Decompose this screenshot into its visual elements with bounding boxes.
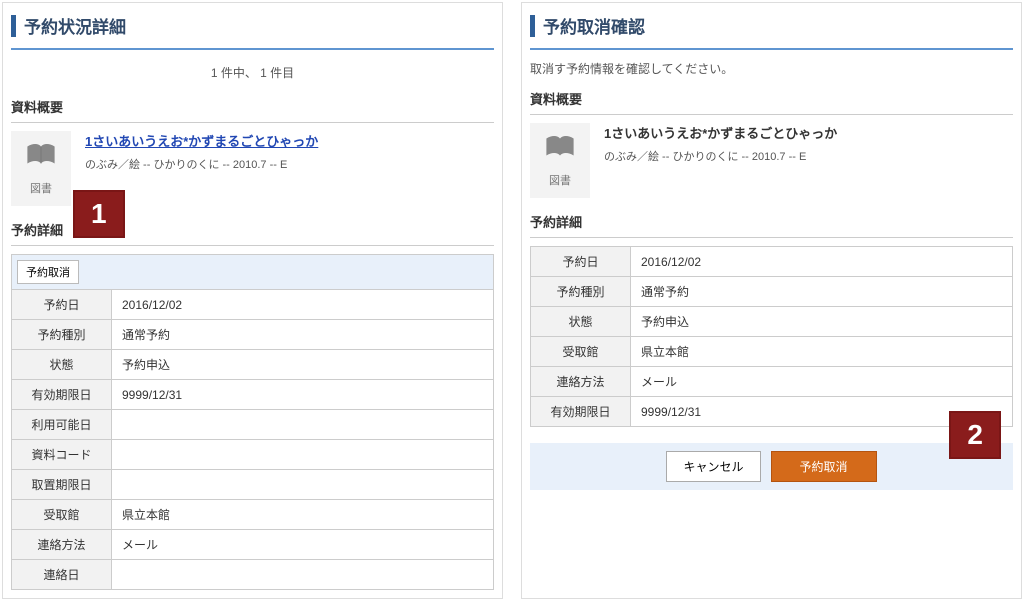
page-title: 予約状況詳細 — [24, 13, 126, 38]
row-label: 取置期限日 — [12, 470, 112, 500]
row-label: 予約日 — [12, 290, 112, 320]
table-row: 取置期限日 — [12, 470, 494, 500]
table-row: 予約種別通常予約 — [531, 277, 1013, 307]
row-value: 9999/12/31 — [112, 380, 494, 410]
material-summary: 図書 1さいあいうえお*かずまるごとひゃっか のぶみ／絵 -- ひかりのくに -… — [530, 123, 1013, 198]
book-icon — [543, 133, 577, 161]
row-label: 利用可能日 — [12, 410, 112, 440]
row-label: 受取館 — [12, 500, 112, 530]
detail-table: 予約日2016/12/02予約種別通常予約状態予約申込受取館県立本館連絡方法メー… — [530, 246, 1013, 427]
callout-marker-2: 2 — [949, 411, 1001, 459]
pager-text: 1 件中、 1 件目 — [11, 56, 494, 93]
title-accent-bar — [11, 15, 16, 37]
table-row: 状態予約申込 — [12, 350, 494, 380]
row-value: 予約申込 — [112, 350, 494, 380]
reservation-detail-panel: 予約状況詳細 1 件中、 1 件目 資料概要 図書 1さいあいうえお*かずまるご… — [2, 2, 503, 599]
row-label: 予約日 — [531, 247, 631, 277]
material-thumbnail: 図書 — [530, 123, 590, 198]
material-subtitle: のぶみ／絵 -- ひかりのくに -- 2010.7 -- E — [85, 156, 318, 172]
table-row: 連絡日 — [12, 560, 494, 590]
row-label: 連絡方法 — [12, 530, 112, 560]
table-row: 受取館県立本館 — [531, 337, 1013, 367]
thumb-label: 図書 — [11, 180, 71, 196]
confirm-note: 取消す予約情報を確認してください。 — [530, 56, 1013, 85]
section-detail-title: 予約詳細 — [530, 208, 1013, 238]
row-label: 連絡方法 — [531, 367, 631, 397]
table-row: 連絡方法メール — [12, 530, 494, 560]
table-row: 予約種別通常予約 — [12, 320, 494, 350]
table-row: 利用可能日 — [12, 410, 494, 440]
row-value: 県立本館 — [631, 337, 1013, 367]
material-thumbnail: 図書 — [11, 131, 71, 206]
material-text: 1さいあいうえお*かずまるごとひゃっか のぶみ／絵 -- ひかりのくに -- 2… — [604, 123, 837, 198]
book-icon — [24, 141, 58, 169]
material-subtitle: のぶみ／絵 -- ひかりのくに -- 2010.7 -- E — [604, 148, 837, 164]
panel-title-row: 予約取消確認 — [530, 7, 1013, 50]
table-row: 予約日2016/12/02 — [531, 247, 1013, 277]
cancel-button[interactable]: キャンセル — [666, 451, 760, 482]
row-value: メール — [112, 530, 494, 560]
section-material-title: 資料概要 — [530, 85, 1013, 115]
row-label: 状態 — [12, 350, 112, 380]
table-row: 資料コード — [12, 440, 494, 470]
row-label: 有効期限日 — [531, 397, 631, 427]
section-material-title: 資料概要 — [11, 93, 494, 123]
row-value — [112, 560, 494, 590]
table-row: 連絡方法メール — [531, 367, 1013, 397]
row-label: 受取館 — [531, 337, 631, 367]
confirm-cancel-reservation-button[interactable]: 予約取消 — [771, 451, 877, 482]
material-title-link[interactable]: 1さいあいうえお*かずまるごとひゃっか — [85, 134, 318, 149]
row-value: 2016/12/02 — [112, 290, 494, 320]
page-title: 予約取消確認 — [543, 13, 645, 38]
table-row: 有効期限日9999/12/31 — [12, 380, 494, 410]
table-row: 受取館県立本館 — [12, 500, 494, 530]
row-value: 通常予約 — [631, 277, 1013, 307]
table-row: 有効期限日9999/12/31 — [531, 397, 1013, 427]
row-value: 予約申込 — [631, 307, 1013, 337]
cancel-row: 予約取消 — [11, 254, 494, 289]
row-label: 有効期限日 — [12, 380, 112, 410]
thumb-label: 図書 — [530, 172, 590, 188]
row-value: 県立本館 — [112, 500, 494, 530]
panel-title-row: 予約状況詳細 — [11, 7, 494, 50]
row-label: 連絡日 — [12, 560, 112, 590]
row-label: 状態 — [531, 307, 631, 337]
reservation-cancel-button[interactable]: 予約取消 — [17, 260, 79, 284]
row-value — [112, 410, 494, 440]
row-value: 通常予約 — [112, 320, 494, 350]
detail-table: 予約日2016/12/02予約種別通常予約状態予約申込有効期限日9999/12/… — [11, 289, 494, 590]
row-value — [112, 470, 494, 500]
table-row: 予約日2016/12/02 — [12, 290, 494, 320]
row-label: 予約種別 — [531, 277, 631, 307]
row-label: 予約種別 — [12, 320, 112, 350]
table-row: 状態予約申込 — [531, 307, 1013, 337]
row-value: メール — [631, 367, 1013, 397]
title-accent-bar — [530, 15, 535, 37]
material-title: 1さいあいうえお*かずまるごとひゃっか — [604, 123, 837, 142]
row-label: 資料コード — [12, 440, 112, 470]
reservation-cancel-confirm-panel: 予約取消確認 取消す予約情報を確認してください。 資料概要 図書 1さいあいうえ… — [521, 2, 1022, 599]
row-value: 2016/12/02 — [631, 247, 1013, 277]
row-value — [112, 440, 494, 470]
action-button-row: キャンセル 予約取消 2 — [530, 443, 1013, 490]
callout-marker-1: 1 — [73, 190, 125, 238]
